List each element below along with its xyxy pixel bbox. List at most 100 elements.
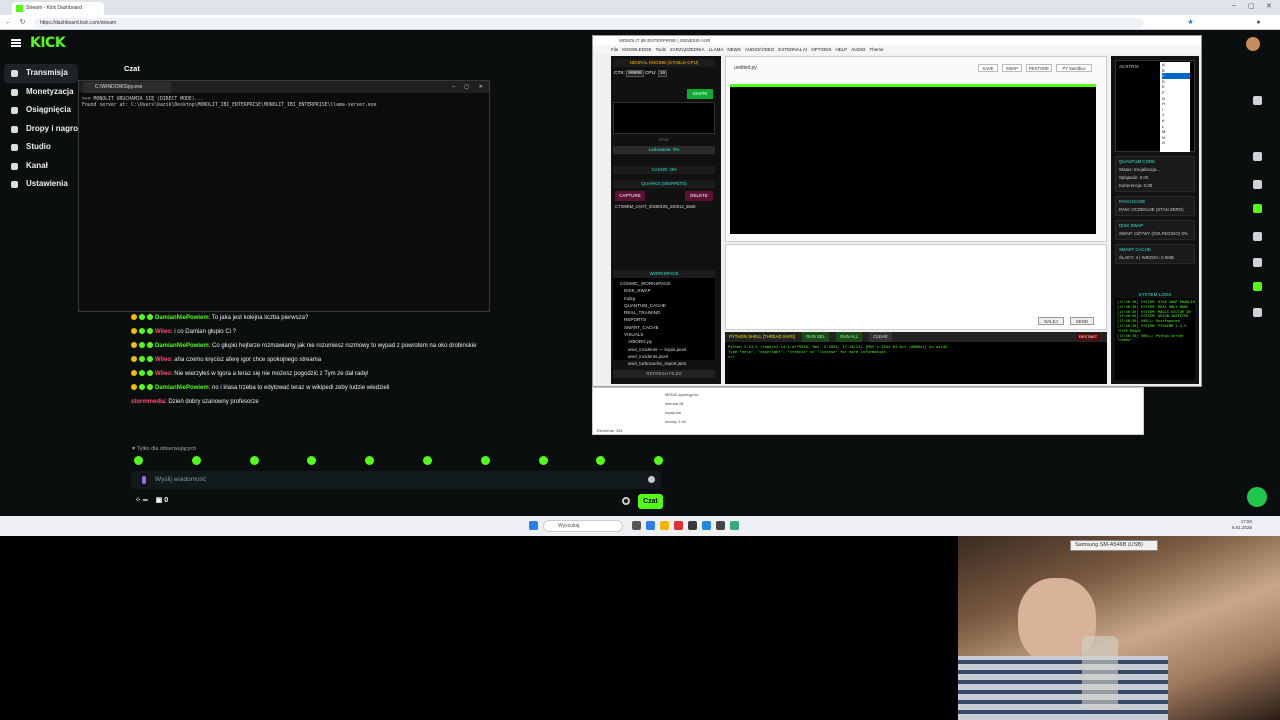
chat-input[interactable]: Wyślij wiadomość xyxy=(131,471,661,489)
folder-icon[interactable] xyxy=(660,521,669,530)
menu-item[interactable]: AUDIO/VIDEO xyxy=(745,47,775,52)
tree-item[interactable]: REAL_TRAINING xyxy=(616,309,712,316)
delete-button[interactable]: DELETE xyxy=(685,191,713,201)
list-item[interactable]: MEDZI-synergy.txt xyxy=(665,392,698,397)
sidebar-item[interactable]: Studio xyxy=(4,138,78,157)
broadcast-icon[interactable] xyxy=(1253,232,1262,241)
chat-username[interactable]: Wileo xyxy=(155,357,171,363)
ignite-button[interactable]: IGNITE xyxy=(687,89,713,99)
users-icon[interactable] xyxy=(1253,308,1262,317)
edge-icon[interactable] xyxy=(702,521,711,530)
cmd-minimize-icon[interactable]: – xyxy=(452,81,455,93)
code-textarea[interactable] xyxy=(730,84,1096,234)
tree-item[interactable]: VISUALS xyxy=(616,331,712,338)
minimize-icon[interactable]: – xyxy=(1232,2,1236,9)
bookmark-star-icon[interactable]: ★ xyxy=(1186,18,1195,27)
list-item[interactable]: CTXMEM_CHAT_20260105_230012_8648 xyxy=(615,204,713,209)
microphone-icon[interactable] xyxy=(142,476,146,484)
browser-icon[interactable] xyxy=(674,521,683,530)
refresh-files-button[interactable]: REFRESH FILES xyxy=(613,370,715,378)
menu-item[interactable]: ZARZĄDZEDNIA xyxy=(670,47,705,52)
clock[interactable]: 17:50 6.01.2026 xyxy=(1232,519,1252,531)
wrench-icon[interactable] xyxy=(1253,282,1262,291)
menu-item[interactable]: Theme xyxy=(869,47,883,52)
layout-icon[interactable] xyxy=(1253,258,1262,267)
capture-button[interactable]: CAPTURE xyxy=(615,191,645,201)
document-icon[interactable] xyxy=(1253,180,1262,189)
cmd-maximize-icon[interactable]: ▢ xyxy=(464,81,469,93)
browser-tab[interactable]: Stream - Kick Dashboard xyxy=(12,2,104,15)
profile-icon[interactable]: ● xyxy=(1254,18,1263,27)
url-field[interactable]: https://dashboard.kick.com/stream xyxy=(34,18,1144,28)
tree-item[interactable]: SMART_CACHE xyxy=(616,324,712,331)
hamburger-menu-icon[interactable] xyxy=(11,39,21,47)
sidebar-item[interactable]: Monetyzacja xyxy=(4,83,78,102)
help-fab-icon[interactable] xyxy=(1247,487,1267,507)
chat-username[interactable]: DamianNiePowiem xyxy=(155,343,209,349)
emote-icon[interactable] xyxy=(654,456,664,465)
send-button[interactable]: SEND xyxy=(1070,317,1094,325)
menu-item[interactable]: AUDIO xyxy=(851,47,865,52)
dalej-button[interactable]: DALEJ xyxy=(1038,317,1064,325)
tree-item[interactable]: ariel_incidents — kopia.jsonl xyxy=(616,346,712,353)
dropdown-option[interactable]: O xyxy=(1162,140,1190,146)
gift-icon[interactable]: ▣ xyxy=(156,497,163,504)
emote-icon[interactable] xyxy=(365,456,375,465)
clear-button[interactable]: CLEAR xyxy=(869,332,892,342)
emoji-icon[interactable] xyxy=(648,476,655,483)
run-all-button[interactable]: RUN ALL xyxy=(836,332,863,342)
back-icon[interactable]: ← xyxy=(4,18,13,27)
chat-username[interactable]: Wileo xyxy=(155,371,171,377)
send-chat-button[interactable]: Czat xyxy=(638,494,663,509)
tree-item[interactable]: AIBORG.py xyxy=(616,338,712,345)
chat-username[interactable]: stormmedia xyxy=(131,399,165,405)
swap-button[interactable]: SWAP xyxy=(1002,64,1022,72)
store-icon[interactable] xyxy=(646,521,655,530)
chat-username[interactable]: DamianNiePowiem xyxy=(155,315,209,321)
menu-item[interactable]: LLAMA xyxy=(709,47,724,52)
sidebar-item[interactable]: Transmisja xyxy=(4,64,78,83)
restore-button[interactable]: RESTORE xyxy=(1026,64,1052,72)
python-icon[interactable] xyxy=(730,521,739,530)
tree-item[interactable]: DISK_SWAP xyxy=(616,287,712,294)
emote-icon[interactable] xyxy=(480,456,490,465)
list-item[interactable]: equip.sm xyxy=(665,410,681,415)
emote-icon[interactable] xyxy=(134,456,143,465)
tree-item[interactable]: QUANTUM_CACHE xyxy=(616,302,712,309)
chat-settings-icon[interactable] xyxy=(622,497,630,505)
pencil-icon[interactable] xyxy=(1253,96,1262,105)
ctx-input[interactable]: 99999 xyxy=(626,70,644,77)
bolt-icon[interactable] xyxy=(1253,152,1262,161)
chat-icon[interactable] xyxy=(1253,204,1262,213)
tree-item[interactable]: REPORTS xyxy=(616,316,712,323)
menu-item[interactable]: NEWS xyxy=(727,47,741,52)
cmd-close-icon[interactable]: ✕ xyxy=(479,81,483,93)
sidebar-item[interactable]: Ustawienia xyxy=(4,175,78,194)
maximize-icon[interactable]: ▢ xyxy=(1248,2,1255,10)
list-item[interactable]: money 1.txt xyxy=(665,419,686,424)
restart-button[interactable]: RESTART xyxy=(1077,334,1099,340)
py-sandbox-button[interactable]: PY Sandbox xyxy=(1056,64,1092,72)
save-button[interactable]: SAVE xyxy=(978,64,998,72)
close-icon[interactable]: ✕ xyxy=(1266,2,1272,10)
obs-icon[interactable] xyxy=(688,521,697,530)
menu-item[interactable]: EXTERNAL AI xyxy=(778,47,807,52)
emote-icon[interactable] xyxy=(249,456,259,465)
tree-item[interactable]: mdzg xyxy=(616,295,712,302)
tree-item[interactable]: ariel_turbocache_report.json xyxy=(616,360,712,367)
menu-item[interactable]: Tools xyxy=(656,47,667,52)
ai-chat-area[interactable]: DALEJ SEND xyxy=(725,244,1107,330)
avatar[interactable] xyxy=(1246,37,1260,51)
sidebar-item[interactable]: Osiągnięcia xyxy=(4,101,78,120)
reload-icon[interactable]: ↻ xyxy=(18,18,27,27)
users-icon[interactable]: ⁘ xyxy=(135,497,141,504)
emote-icon[interactable] xyxy=(538,456,548,465)
emote-icon[interactable] xyxy=(191,456,201,465)
sidebar-item[interactable]: Dropy i nagrody xyxy=(4,120,78,139)
menu-item[interactable]: KNOWLEDGE xyxy=(622,47,651,52)
shell-output[interactable]: Python 3.14.2 (tags/v3.14.2:df79316, Dec… xyxy=(728,344,947,359)
kick-logo[interactable]: KICK xyxy=(30,35,66,51)
chat-username[interactable]: DamianNiePowiem xyxy=(155,385,209,391)
taskbar-search[interactable]: Wyszukaj xyxy=(543,520,623,532)
menu-item[interactable]: OPTIONS xyxy=(811,47,831,52)
